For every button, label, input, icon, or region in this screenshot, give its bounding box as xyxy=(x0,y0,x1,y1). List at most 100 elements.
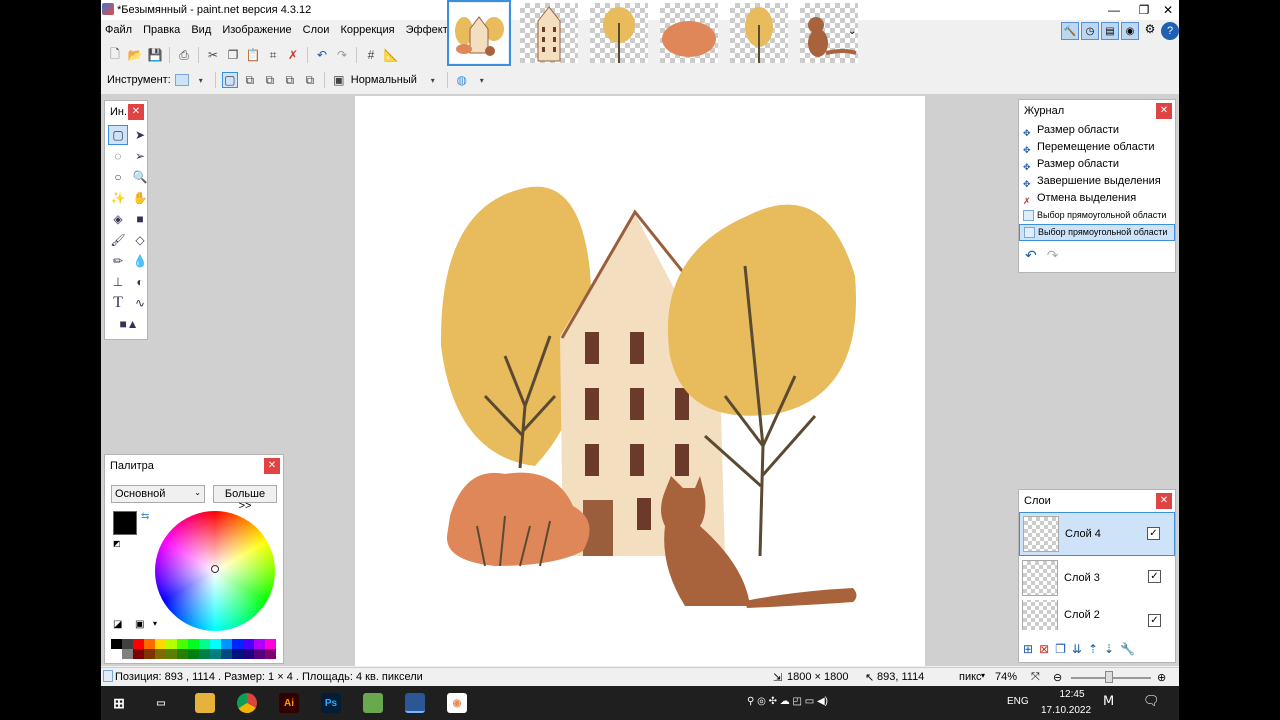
close-icon[interactable]: ✕ xyxy=(1156,493,1172,509)
pan-tool-icon[interactable]: ✋ xyxy=(130,188,150,208)
shapes-tool-icon[interactable]: ■▲ xyxy=(108,314,150,334)
open-file-icon[interactable]: 📂 xyxy=(127,47,143,63)
palette-swatch[interactable] xyxy=(221,649,232,659)
palette-swatch[interactable] xyxy=(133,649,144,659)
undo-icon[interactable]: ↶ xyxy=(314,47,330,63)
selection-mode-intersect-icon[interactable]: ⧉ xyxy=(282,72,298,88)
palette-swatch[interactable] xyxy=(111,639,122,649)
delete-layer-icon[interactable]: ⊠ xyxy=(1039,642,1049,656)
image-tab-2[interactable] xyxy=(517,0,581,66)
zoom-tool-icon[interactable]: 🔍 xyxy=(130,167,150,187)
eraser-tool-icon[interactable]: ◇ xyxy=(130,230,150,250)
zoom-out-icon[interactable]: ⊖ xyxy=(1053,671,1062,684)
status-zoom[interactable]: 74% xyxy=(995,671,1017,683)
selection-mode-xor-icon[interactable]: ⧉ xyxy=(302,72,318,88)
image-canvas[interactable] xyxy=(355,96,925,666)
blend-mode-value[interactable]: Нормальный xyxy=(351,74,421,86)
palette-swatch[interactable] xyxy=(155,639,166,649)
menu-layers[interactable]: Слои xyxy=(299,22,334,38)
history-item[interactable]: ✥ Завершение выделения xyxy=(1019,173,1175,190)
zoom-fit-icon[interactable]: ⤧ xyxy=(1031,671,1040,684)
windows-start-icon[interactable]: ⊞ xyxy=(109,693,129,713)
app-icon[interactable] xyxy=(363,693,383,713)
add-layer-icon[interactable]: ⊞ xyxy=(1023,642,1033,656)
gradient-tool-icon[interactable]: ■ xyxy=(130,209,150,229)
palette-swatch[interactable] xyxy=(144,649,155,659)
close-icon[interactable]: ✕ xyxy=(264,458,280,474)
palette-swatch[interactable] xyxy=(188,639,199,649)
chevron-down-icon[interactable]: ▾ xyxy=(193,72,209,88)
crop-icon[interactable]: ⌗ xyxy=(265,47,281,63)
magic-wand-tool-icon[interactable]: ✨ xyxy=(108,188,128,208)
palette-swatch[interactable] xyxy=(166,639,177,649)
help-icon[interactable]: ? xyxy=(1161,22,1179,40)
paint-bucket-tool-icon[interactable]: ◈ xyxy=(108,209,128,229)
selection-mode-exclude-icon[interactable]: ⧉ xyxy=(262,72,278,88)
status-units[interactable]: пикс xyxy=(959,671,982,683)
redo-icon[interactable]: ↷ xyxy=(1047,247,1059,264)
layer-row[interactable]: Слой 3 ✓ xyxy=(1019,556,1175,600)
layers-window-toggle-icon[interactable]: ▤ xyxy=(1101,22,1119,40)
palette-swatch[interactable] xyxy=(265,649,276,659)
history-item[interactable]: ✥ Размер области xyxy=(1019,156,1175,173)
palette-swatch[interactable] xyxy=(166,649,177,659)
ruler-icon[interactable]: 📐 xyxy=(383,47,399,63)
recolor-tool-icon[interactable]: ◐ xyxy=(130,272,150,292)
redo-icon[interactable]: ↷ xyxy=(334,47,350,63)
palette-swatch[interactable] xyxy=(232,639,243,649)
image-tab-4[interactable] xyxy=(657,0,721,66)
menu-file[interactable]: Файл xyxy=(101,22,136,38)
palette-swatch[interactable] xyxy=(221,639,232,649)
chevron-down-icon[interactable]: ⌄ xyxy=(848,26,856,37)
chevron-down-icon[interactable]: ▾ xyxy=(153,619,157,628)
text-tool-icon[interactable]: T xyxy=(108,293,128,313)
layer-visibility-checkbox[interactable]: ✓ xyxy=(1148,614,1161,627)
tools-window-toggle-icon[interactable]: 🔨 xyxy=(1061,22,1079,40)
palette-swatch[interactable] xyxy=(243,649,254,659)
swap-colors-icon[interactable]: ⇆ xyxy=(141,511,149,522)
minimize-button[interactable]: — xyxy=(1101,2,1127,18)
undo-icon[interactable]: ↶ xyxy=(1025,247,1037,264)
history-item-selected[interactable]: Выбор прямоугольной области xyxy=(1019,224,1175,241)
image-tab-1[interactable] xyxy=(447,0,511,66)
clock-time[interactable]: 12:45 xyxy=(1049,689,1095,700)
history-item[interactable]: Выбор прямоугольной области xyxy=(1019,207,1175,224)
palette-swatch[interactable] xyxy=(265,639,276,649)
chevron-down-icon[interactable]: ▾ xyxy=(425,72,441,88)
illustrator-icon[interactable]: Ai xyxy=(279,693,299,713)
palette-swatch[interactable] xyxy=(122,649,133,659)
current-tool-icon[interactable] xyxy=(174,74,189,86)
merge-layer-icon[interactable]: ⇊ xyxy=(1072,642,1082,656)
task-view-icon[interactable]: ▭ xyxy=(151,693,171,713)
menu-adjustments[interactable]: Коррекция xyxy=(336,22,398,38)
chevron-down-icon[interactable]: ▾ xyxy=(474,72,490,88)
maximize-button[interactable]: ❐ xyxy=(1131,2,1157,18)
paintnet-taskbar-icon[interactable] xyxy=(405,693,425,713)
gear-icon[interactable]: ⚙ xyxy=(1141,22,1159,40)
copy-icon[interactable]: ❐ xyxy=(225,47,241,63)
history-item[interactable]: ✥ Размер области xyxy=(1019,122,1175,139)
photoshop-icon[interactable]: Ps xyxy=(321,693,341,713)
reset-colors-icon[interactable]: ◩ xyxy=(113,539,121,548)
chrome-icon[interactable] xyxy=(237,693,257,713)
colors-window-toggle-icon[interactable]: ◉ xyxy=(1121,22,1139,40)
color-picker-tool-icon[interactable]: 💧 xyxy=(130,251,150,271)
layer-properties-icon[interactable]: 🔧 xyxy=(1120,642,1135,656)
duplicate-layer-icon[interactable]: ❐ xyxy=(1055,642,1066,656)
history-item[interactable]: ✗ Отмена выделения xyxy=(1019,190,1175,207)
clone-stamp-tool-icon[interactable]: ⊥ xyxy=(108,272,128,292)
palette-swatch[interactable] xyxy=(243,639,254,649)
palette-swatch[interactable] xyxy=(111,649,122,659)
history-item[interactable]: ✥ Перемещение области xyxy=(1019,139,1175,156)
antialias-icon[interactable]: ◍ xyxy=(454,72,470,88)
paintbrush-tool-icon[interactable]: 🖌 xyxy=(108,230,128,250)
menu-image[interactable]: Изображение xyxy=(218,22,295,38)
ellipse-select-tool-icon[interactable]: ○ xyxy=(108,167,128,187)
palette-swatch[interactable] xyxy=(144,639,155,649)
language-indicator[interactable]: ENG xyxy=(1007,696,1029,707)
palette-swatch[interactable] xyxy=(177,649,188,659)
palette-swatch[interactable] xyxy=(232,649,243,659)
palette-swatch[interactable] xyxy=(199,649,210,659)
palette-swatch[interactable] xyxy=(199,639,210,649)
rectangle-select-tool-icon[interactable]: ▢ xyxy=(108,125,128,145)
